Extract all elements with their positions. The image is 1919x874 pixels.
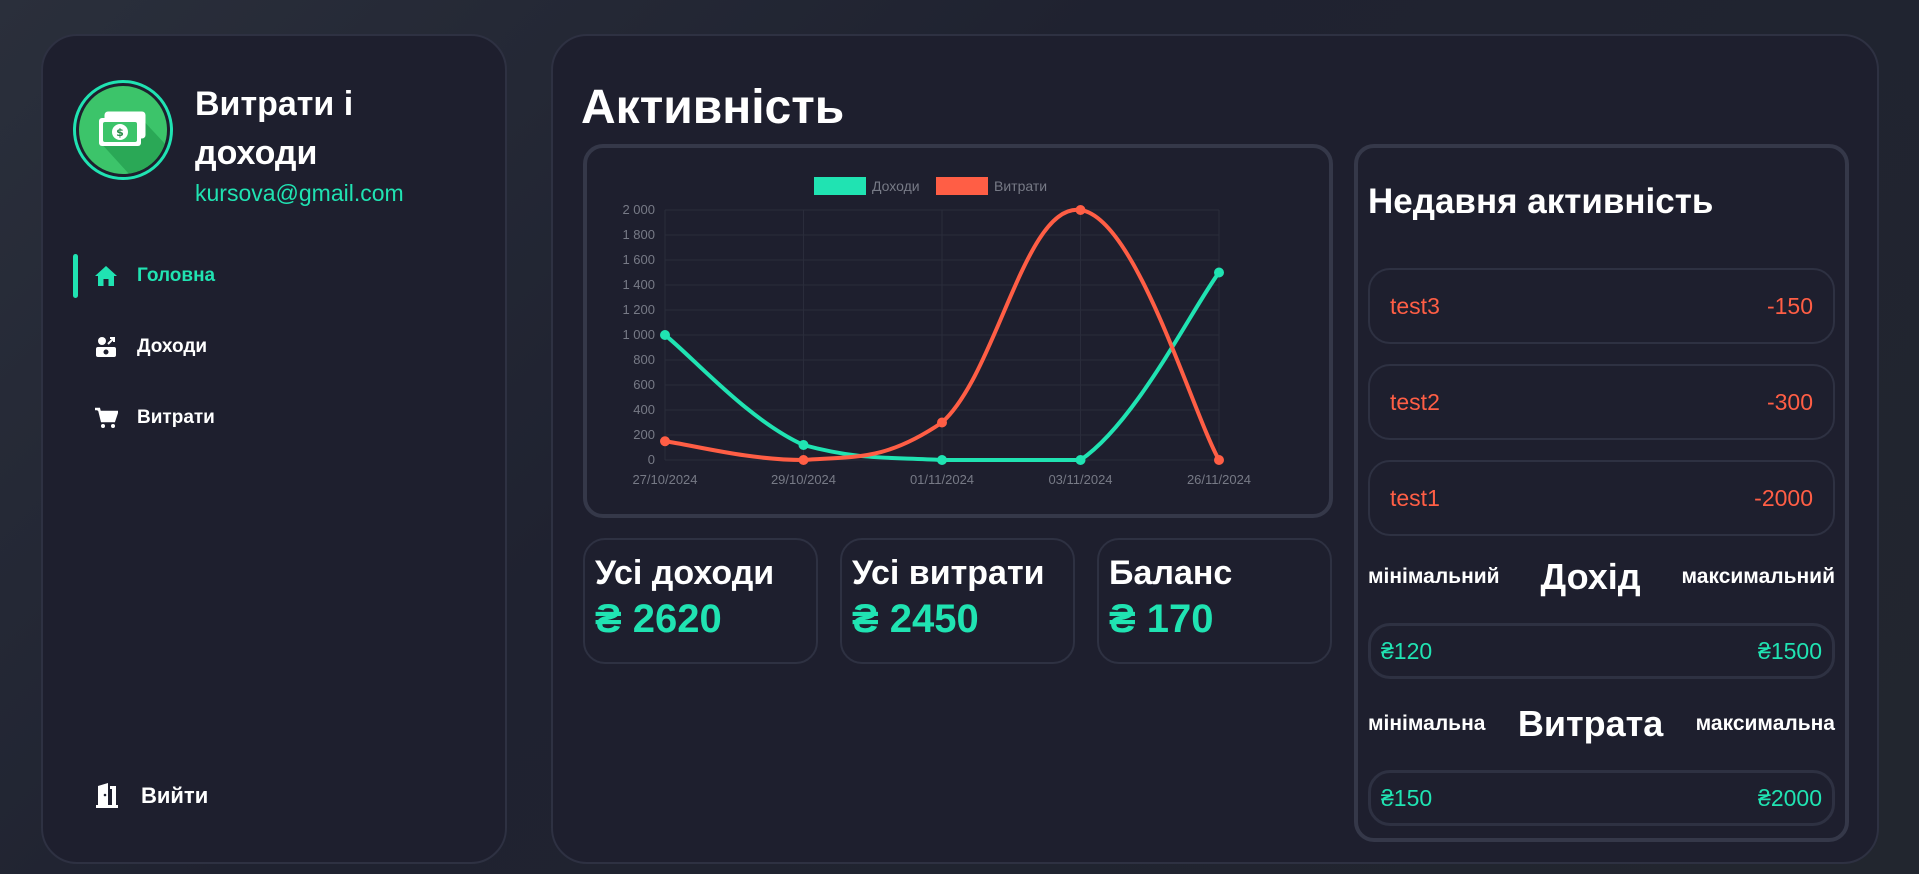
- expense-min-value: ₴150: [1381, 784, 1433, 811]
- data-point: [1214, 455, 1224, 465]
- total-expenses-label: Усі витрати: [852, 554, 1045, 592]
- balance-value: ₴ 170: [1109, 597, 1214, 641]
- total-income-value: ₴ 2620: [595, 597, 722, 641]
- sidebar-item-expenses[interactable]: Витрати: [73, 394, 473, 442]
- recent-activity-title: Недавня активність: [1368, 182, 1714, 221]
- income-range-box: ₴120 ₴1500: [1368, 623, 1835, 679]
- balance-card: Баланс ₴ 170: [1097, 538, 1332, 664]
- y-tick-label: 1 800: [622, 227, 655, 242]
- main-panel: Активність 0 200 400 600 800 1 000 1 200 1 400 1…: [551, 34, 1879, 864]
- sidebar-item-income[interactable]: Доходи: [73, 323, 473, 371]
- sidebar-item-label: Головна: [137, 265, 216, 286]
- data-point: [1075, 205, 1086, 215]
- sidebar-nav: Головна Доходи Витрати: [73, 252, 473, 465]
- total-expenses-value: ₴ 2450: [852, 597, 979, 641]
- activity-item-amount: -300: [1766, 388, 1813, 415]
- activity-chart: 0 200 400 600 800 1 000 1 200 1 400 1 600 1 800 2 …: [583, 144, 1333, 518]
- data-point: [937, 455, 947, 465]
- activity-item-name: test2: [1390, 388, 1440, 415]
- y-tick-label: 800: [633, 352, 655, 367]
- total-income-label: Усі доходи: [595, 554, 775, 592]
- avatar: $: [73, 80, 173, 180]
- logout-button[interactable]: Вийти: [93, 781, 208, 811]
- home-icon: [93, 263, 119, 289]
- app-title: Витрати і доходи: [195, 85, 354, 172]
- income-max-value: ₴1500: [1758, 637, 1822, 664]
- svg-text:$: $: [116, 126, 124, 139]
- y-tick-label: 1 200: [622, 302, 655, 317]
- legend-swatch: [936, 177, 988, 195]
- expense-range-box: ₴150 ₴2000: [1368, 770, 1835, 826]
- data-point: [937, 417, 947, 428]
- x-tick-label: 03/11/2024: [1048, 472, 1112, 487]
- y-tick-label: 200: [633, 427, 655, 442]
- activity-item-amount: -150: [1766, 292, 1813, 319]
- data-point: [1214, 267, 1224, 278]
- cart-icon: [93, 405, 119, 431]
- user-email: kursova@gmail.com: [195, 180, 404, 206]
- expense-range-header: мінімальна Витрата максимальна: [1368, 703, 1835, 745]
- x-tick-label: 27/10/2024: [632, 472, 697, 487]
- legend-label: Витрати: [994, 178, 1047, 194]
- income-range-title: Дохід: [1540, 556, 1641, 597]
- door-exit-icon: [93, 781, 123, 811]
- total-expenses-card: Усі витрати ₴ 2450: [840, 538, 1075, 664]
- activity-item[interactable]: test1 -2000: [1368, 460, 1835, 536]
- income-min-label: мінімальний: [1368, 565, 1500, 588]
- sidebar-item-label: Витрати: [137, 407, 215, 428]
- balance-label: Баланс: [1109, 554, 1233, 592]
- activity-item-name: test1: [1390, 484, 1440, 511]
- x-tick-label: 26/11/2024: [1187, 472, 1251, 487]
- data-point: [660, 436, 670, 447]
- activity-item[interactable]: test3 -150: [1368, 268, 1835, 344]
- expense-max-value: ₴2000: [1758, 784, 1822, 811]
- income-min-value: ₴120: [1381, 637, 1433, 664]
- y-tick-label: 1 400: [622, 277, 655, 292]
- data-point: [798, 455, 809, 465]
- income-max-label: максимальний: [1681, 565, 1835, 588]
- y-tick-label: 1 000: [622, 327, 655, 342]
- sidebar: $ Витрати і доходи kursova@gmail.com Гол…: [41, 34, 507, 864]
- y-tick-label: 400: [633, 402, 655, 417]
- expense-max-label: максимальна: [1695, 712, 1835, 735]
- recent-activity-panel: Недавня активність test3 -150 test2 -300…: [1354, 144, 1849, 842]
- expense-min-label: мінімальна: [1368, 712, 1486, 735]
- activity-item-name: test3: [1390, 292, 1440, 319]
- y-tick-label: 600: [633, 377, 655, 392]
- activity-item-amount: -2000: [1754, 484, 1813, 511]
- x-tick-label: 29/10/2024: [771, 472, 836, 487]
- profile: $ Витрати і доходи kursova@gmail.com: [73, 80, 455, 207]
- income-range-header: мінімальний Дохід максимальний: [1368, 556, 1835, 598]
- y-tick-label: 1 600: [622, 252, 655, 267]
- data-point: [798, 440, 809, 450]
- data-point: [1075, 455, 1086, 465]
- line-chart: 0 200 400 600 800 1 000 1 200 1 400 1 600 1 800 2 …: [622, 177, 1251, 487]
- expense-range-title: Витрата: [1517, 703, 1664, 744]
- legend-label: Доходи: [872, 178, 920, 194]
- legend-swatch: [814, 177, 866, 195]
- y-tick-label: 0: [648, 452, 655, 467]
- y-tick-label: 2 000: [622, 202, 655, 217]
- page-title: Активність: [581, 81, 845, 134]
- data-point: [660, 330, 670, 340]
- sidebar-item-label: Доходи: [137, 336, 208, 357]
- money-icon: $: [79, 86, 167, 174]
- x-tick-label: 01/11/2024: [910, 472, 974, 487]
- total-income-card: Усі доходи ₴ 2620: [583, 538, 818, 664]
- logout-label: Вийти: [141, 783, 209, 808]
- activity-item[interactable]: test2 -300: [1368, 364, 1835, 440]
- income-icon: [93, 334, 119, 360]
- sidebar-item-home[interactable]: Головна: [73, 252, 473, 300]
